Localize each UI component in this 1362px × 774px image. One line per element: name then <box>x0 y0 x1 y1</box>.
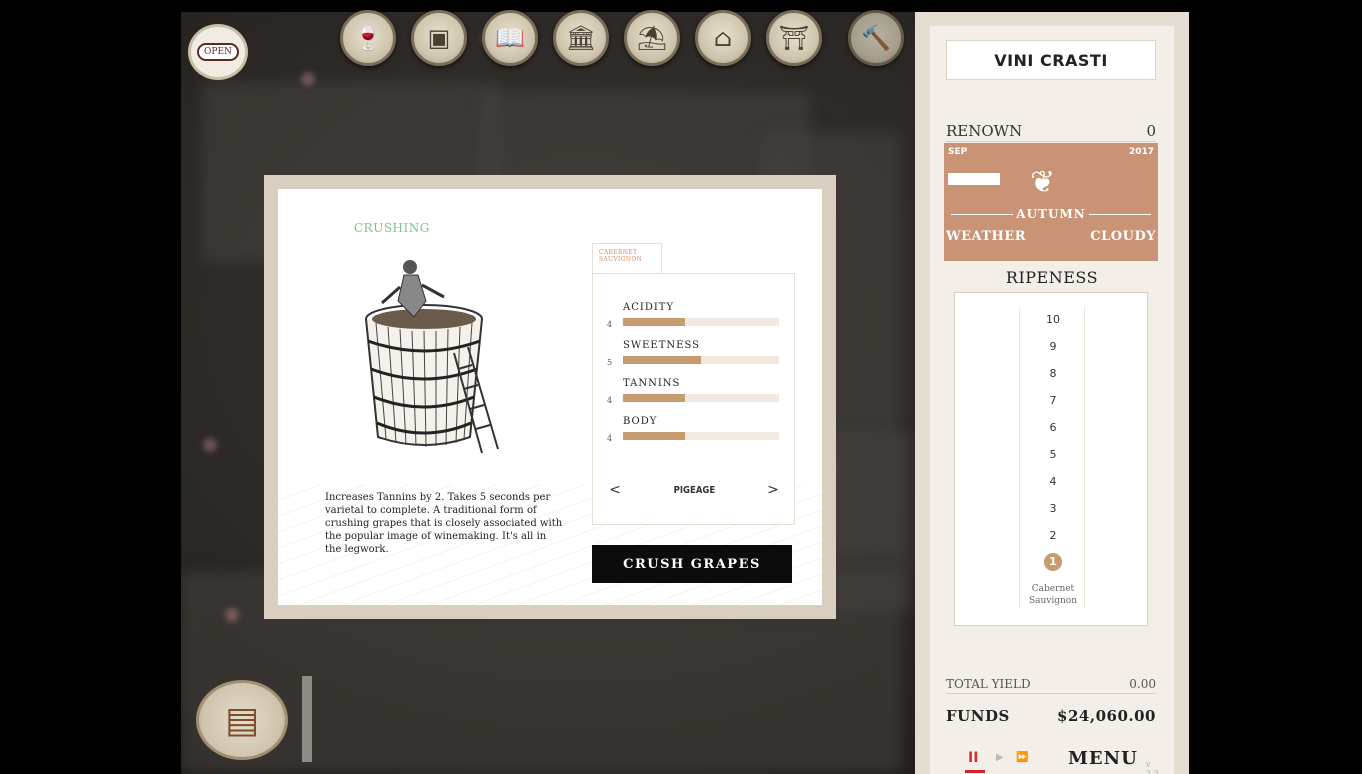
ripeness-title: RIPENESS <box>1005 268 1099 287</box>
status-panel-inner: VINI CRASTI RENOWN 0 SEP 2017 ❦ AUTUMN W… <box>930 26 1174 774</box>
winery-name: VINI CRASTI <box>946 40 1156 80</box>
total-yield-label: TOTAL YIELD <box>946 676 1031 691</box>
month-label: SEP <box>948 147 968 157</box>
renown-value: 0 <box>1146 121 1156 140</box>
open-sign-label: OPEN <box>197 43 239 61</box>
pause-active-indicator <box>965 770 985 773</box>
leaf-icon: ❦ <box>1030 165 1056 200</box>
grape-crushing-illustration <box>365 260 499 454</box>
hammer-icon[interactable]: 🔨 <box>848 10 904 66</box>
stat-track <box>623 432 779 440</box>
book-icon[interactable]: 📖 <box>482 10 538 66</box>
total-yield-row: TOTAL YIELD 0.00 <box>946 674 1156 694</box>
wine-bottles-icon[interactable]: 🍷 <box>340 10 396 66</box>
crush-grapes-button[interactable]: CRUSH GRAPES <box>592 545 792 583</box>
stat-value: 5 <box>607 358 613 367</box>
method-name: PIGEAGE <box>673 484 715 496</box>
stat-track <box>623 394 779 402</box>
stat-fill <box>623 432 686 440</box>
dialog-content: CRUSHING Increases Tannins by 2. Takes 5… <box>278 189 822 605</box>
stat-value: 4 <box>607 434 613 443</box>
version-label: v 2.3 <box>1146 760 1159 774</box>
ripeness-tick: 7 <box>1049 394 1057 407</box>
next-method-button[interactable]: > <box>765 482 781 498</box>
variety-label: Cabernet Sauvignon <box>1028 584 1078 606</box>
stat-label: ACIDITY <box>623 302 675 313</box>
funds-label: FUNDS <box>946 707 1010 725</box>
stat-label: SWEETNESS <box>623 340 700 351</box>
treasure-chest-icon[interactable]: ▤ <box>196 680 288 760</box>
varietal-tab[interactable]: CABERNET SAUVIGNON <box>592 243 662 275</box>
weather-value: CLOUDY <box>1090 229 1156 244</box>
stat-value: 4 <box>607 396 613 405</box>
status-panel: VINI CRASTI RENOWN 0 SEP 2017 ❦ AUTUMN W… <box>915 12 1189 774</box>
renown-row: RENOWN 0 <box>946 120 1156 142</box>
funds-row: FUNDS $24,060.00 <box>946 704 1156 728</box>
stat-fill <box>623 318 686 326</box>
dialog-title: CRUSHING <box>354 221 430 235</box>
bank-icon[interactable]: 🏛 <box>553 10 609 66</box>
stat-label: TANNINS <box>623 378 681 389</box>
method-description: Increases Tannins by 2. Takes 5 seconds … <box>325 492 563 555</box>
ripeness-chart: 10 9 8 7 6 5 4 3 2 1 Cabernet Sauvignon <box>954 292 1148 626</box>
total-yield-value: 0.00 <box>1129 676 1156 691</box>
season-card: SEP 2017 ❦ AUTUMN WEATHER CLOUDY <box>944 143 1158 261</box>
inventory-bar <box>302 676 312 762</box>
play-button[interactable]: ▶ <box>996 752 1004 763</box>
pause-button[interactable]: II <box>968 750 978 766</box>
ripeness-tick: 6 <box>1049 421 1057 434</box>
weather-label: WEATHER <box>946 229 1027 244</box>
open-sign-button[interactable]: OPEN <box>188 24 248 80</box>
method-selector: < PIGEAGE > <box>607 480 781 500</box>
ripeness-tick: 2 <box>1049 529 1057 542</box>
ripeness-tick: 8 <box>1049 367 1057 380</box>
house-icon[interactable]: ⌂ <box>695 10 751 66</box>
month-progress-bar <box>948 173 1000 185</box>
crushing-dialog: CRUSHING Increases Tannins by 2. Takes 5… <box>264 175 836 619</box>
stat-track <box>623 356 779 364</box>
ripeness-tick: 4 <box>1049 475 1057 488</box>
fast-forward-button[interactable]: ⏩ <box>1016 752 1028 763</box>
stat-label: BODY <box>623 416 658 427</box>
stat-track <box>623 318 779 326</box>
renown-label: RENOWN <box>946 121 1023 140</box>
ripeness-tick: 5 <box>1049 448 1057 461</box>
ripeness-scale: 10 9 8 7 6 5 4 3 2 1 Cabernet Sauvignon <box>1019 307 1085 607</box>
ripeness-marker: 1 <box>1020 553 1086 571</box>
season-label: AUTUMN <box>944 207 1158 221</box>
stat-fill <box>623 394 686 402</box>
weather-row: WEATHER CLOUDY <box>944 229 1158 249</box>
ripeness-tick: 9 <box>1049 340 1057 353</box>
prev-method-button[interactable]: < <box>607 482 623 498</box>
stat-fill <box>623 356 701 364</box>
ripeness-tick: 10 <box>1046 313 1060 326</box>
menu-button[interactable]: MENU <box>1068 748 1138 769</box>
time-controls: II ▶ ⏩ MENU v 2.3 <box>946 748 1159 774</box>
beach-icon[interactable]: ⛱ <box>624 10 680 66</box>
cellar-door-icon[interactable]: ⛩ <box>766 10 822 66</box>
machine-icon[interactable]: ▣ <box>411 10 467 66</box>
ripeness-tick: 3 <box>1049 502 1057 515</box>
funds-value: $24,060.00 <box>1057 707 1156 725</box>
year-label: 2017 <box>1128 147 1154 157</box>
stat-value: 4 <box>607 320 613 329</box>
varietal-stats-card: ACIDITY 4 SWEETNESS 5 TANNINS 4 BODY 4 < <box>592 273 795 525</box>
